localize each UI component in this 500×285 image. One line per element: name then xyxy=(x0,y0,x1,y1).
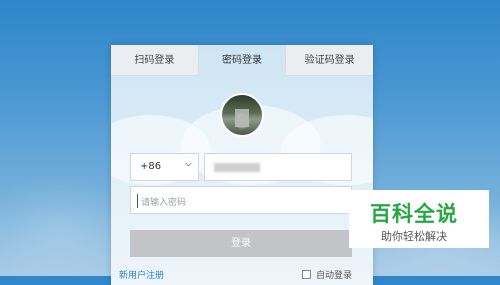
watermark-logo: 百科全说 助你轻松解决 xyxy=(349,190,489,248)
auto-login-checkbox[interactable]: 自动登录 xyxy=(302,268,352,281)
country-code-value: +86 xyxy=(140,161,162,172)
login-panel: 扫码登录 密码登录 验证码登录 +86 请输入密码 登录 新用户注册 自动登录 xyxy=(111,45,373,285)
phone-input[interactable] xyxy=(204,153,352,181)
checkbox-icon xyxy=(302,270,311,279)
avatar xyxy=(220,93,264,137)
auto-login-label: 自动登录 xyxy=(316,271,353,281)
avatar-blur xyxy=(235,109,249,127)
login-button[interactable]: 登录 xyxy=(130,230,352,257)
chevron-down-icon xyxy=(185,162,192,167)
register-link[interactable]: 新用户注册 xyxy=(119,268,164,281)
password-placeholder: 请输入密码 xyxy=(141,198,187,208)
tab-password-login[interactable]: 密码登录 xyxy=(197,45,286,76)
login-tabs: 扫码登录 密码登录 验证码登录 xyxy=(111,45,373,76)
tab-qr-login[interactable]: 扫码登录 xyxy=(111,45,198,76)
phone-value-redacted xyxy=(214,163,260,172)
password-input[interactable]: 请输入密码 xyxy=(130,186,352,214)
text-caret xyxy=(137,194,138,208)
watermark-subtitle: 助你轻松解决 xyxy=(381,230,447,243)
country-code-select[interactable]: +86 xyxy=(130,153,199,181)
tab-code-login[interactable]: 验证码登录 xyxy=(285,45,373,76)
watermark-title: 百科全说 xyxy=(370,202,458,226)
